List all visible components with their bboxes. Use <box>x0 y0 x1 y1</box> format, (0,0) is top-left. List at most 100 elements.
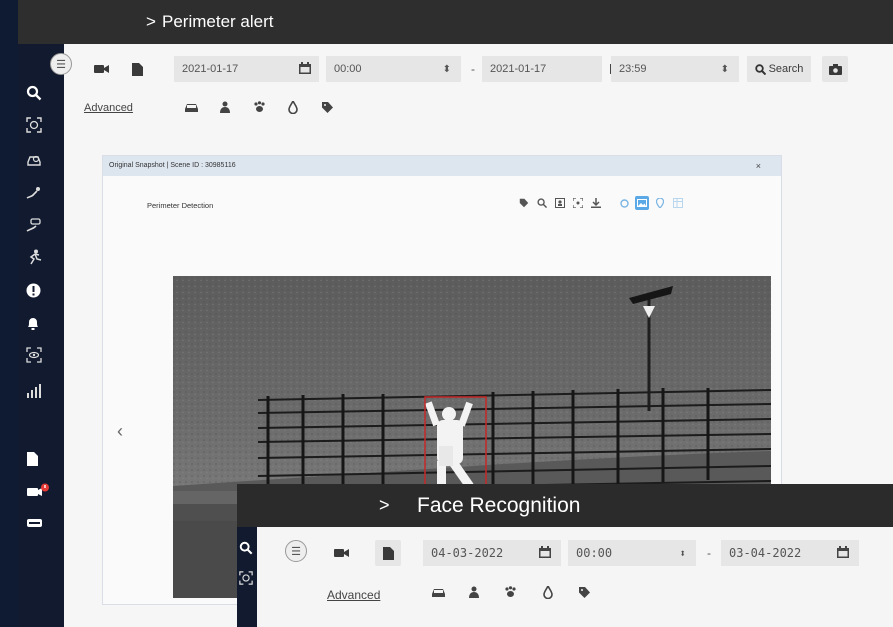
search-icon[interactable] <box>18 80 64 106</box>
circle-view-icon[interactable] <box>617 196 631 210</box>
file-icon <box>131 62 143 76</box>
face-end-date-field[interactable]: 03-04-2022 <box>721 540 859 566</box>
sidebar <box>18 44 64 627</box>
end-time-field[interactable]: 23:59 ⬍ <box>611 56 739 82</box>
end-time-value: 23:59 <box>619 63 647 75</box>
image-view-icon[interactable] <box>635 196 649 210</box>
zoom-icon[interactable] <box>535 196 549 210</box>
bell-icon[interactable] <box>18 310 64 336</box>
vehicle-trail-icon[interactable] <box>18 212 64 238</box>
start-time-field[interactable]: 00:00 ⬍ <box>326 56 461 82</box>
advanced-link[interactable]: Advanced <box>84 102 133 114</box>
calendar-icon[interactable] <box>539 545 551 561</box>
end-date-value: 2021-01-17 <box>490 63 547 75</box>
face-title-chevron: > <box>379 495 390 515</box>
hamburger-icon: ☰ <box>56 58 66 71</box>
face-advanced-link[interactable]: Advanced <box>327 588 380 602</box>
face-filter-vehicle-button[interactable] <box>425 580 451 604</box>
snapshot-toolbar <box>517 194 685 212</box>
face-sidebar <box>237 527 257 627</box>
tag-icon <box>578 586 590 598</box>
paw-icon <box>253 101 265 112</box>
perimeter-runner-icon[interactable] <box>18 244 64 270</box>
title-bar: > Perimeter alert <box>18 0 893 44</box>
tag-icon[interactable] <box>517 196 531 210</box>
eye-icon[interactable] <box>18 342 64 368</box>
card-icon[interactable] <box>18 510 64 536</box>
start-date-value: 2021-01-17 <box>182 63 239 75</box>
alert-icon[interactable] <box>18 277 64 303</box>
face-filter-tag-button[interactable] <box>571 580 597 604</box>
face-frame-icon[interactable] <box>553 196 567 210</box>
file-icon <box>382 546 394 560</box>
detection-type-label: Perimeter Detection <box>147 201 214 210</box>
search-icon[interactable] <box>239 541 253 558</box>
filter-animal-button[interactable] <box>246 95 272 119</box>
face-filter-person-button[interactable] <box>461 580 487 604</box>
filter-tag-button[interactable] <box>314 95 340 119</box>
face-filter-animal-button[interactable] <box>497 580 523 604</box>
car-icon <box>184 103 198 112</box>
crop-icon[interactable] <box>571 196 585 210</box>
calendar-icon[interactable] <box>299 61 311 77</box>
face-start-date-value: 04-03-2022 <box>431 546 504 560</box>
snapshot-header-text: Original Snapshot | Scene ID : 30985116 <box>109 162 236 169</box>
search-button[interactable]: Search <box>747 56 811 82</box>
snapshot-button[interactable] <box>822 56 848 82</box>
face-range-separator: - <box>707 546 711 560</box>
title-chevron: > <box>146 12 156 31</box>
car-search-icon[interactable] <box>18 147 64 173</box>
face-start-date-field[interactable]: 04-03-2022 <box>423 540 561 566</box>
table-view-icon[interactable] <box>671 196 685 210</box>
face-start-time-field[interactable]: 00:00 ⬍ <box>568 540 696 566</box>
person-icon <box>220 101 230 113</box>
video-camera-button[interactable] <box>89 56 115 82</box>
filter-vehicle-button[interactable] <box>178 95 204 119</box>
stats-icon[interactable] <box>18 378 64 404</box>
search-label: Search <box>768 63 804 75</box>
face-title-bar: > Face Recognition <box>237 484 893 527</box>
tag-icon <box>321 101 333 113</box>
time-spinner-icon[interactable]: ⬍ <box>679 547 686 560</box>
filter-color-button[interactable] <box>280 95 306 119</box>
drop-icon <box>288 100 298 114</box>
face-scan-icon[interactable] <box>239 571 253 588</box>
download-icon[interactable] <box>589 196 603 210</box>
drop-icon <box>543 585 553 599</box>
face-end-date-value: 03-04-2022 <box>729 546 802 560</box>
search-icon <box>754 63 766 75</box>
start-date-field[interactable]: 2021-01-17 <box>174 56 319 82</box>
range-separator: - <box>471 62 475 76</box>
document-button[interactable] <box>124 56 150 82</box>
face-document-button[interactable] <box>375 540 401 566</box>
menu-toggle-button[interactable]: ☰ <box>50 53 72 75</box>
camera-icon <box>828 63 842 75</box>
hamburger-icon: ☰ <box>291 545 301 558</box>
car-icon <box>431 588 445 597</box>
close-icon[interactable]: × <box>756 156 761 176</box>
time-spinner-icon[interactable]: ⬍ <box>443 64 451 75</box>
paw-icon <box>504 586 516 597</box>
face-recognition-window: > Face Recognition ☰ 04-03-2022 00:00 ⬍ … <box>237 484 893 627</box>
face-page-title: Face Recognition <box>417 494 581 517</box>
face-scan-icon[interactable] <box>18 112 64 138</box>
person-trail-icon[interactable] <box>18 180 64 206</box>
end-date-field[interactable]: 2021-01-17 <box>482 56 622 82</box>
face-start-time-value: 00:00 <box>576 546 613 560</box>
face-menu-toggle-button[interactable]: ☰ <box>285 540 307 562</box>
camera-alert-icon[interactable] <box>18 478 64 504</box>
face-filter-color-button[interactable] <box>535 580 561 604</box>
face-video-camera-button[interactable] <box>329 540 355 566</box>
calendar-icon[interactable] <box>837 545 849 561</box>
video-camera-icon <box>94 65 109 73</box>
page-title: Perimeter alert <box>162 12 274 31</box>
document-icon[interactable] <box>18 446 64 472</box>
location-pin-icon[interactable] <box>653 196 667 210</box>
video-camera-icon <box>334 549 349 557</box>
snapshot-header: Original Snapshot | Scene ID : 30985116 … <box>103 156 781 176</box>
filter-person-button[interactable] <box>212 95 238 119</box>
previous-arrow-icon[interactable]: ‹ <box>117 421 123 442</box>
start-time-value: 00:00 <box>334 63 362 75</box>
person-icon <box>469 586 479 598</box>
time-spinner-icon[interactable]: ⬍ <box>721 64 729 75</box>
